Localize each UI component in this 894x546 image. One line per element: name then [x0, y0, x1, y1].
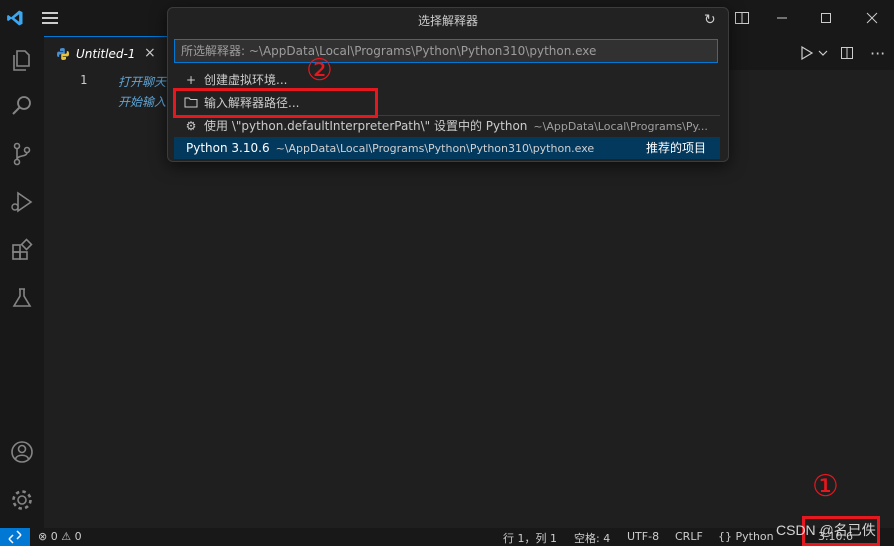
account-icon[interactable] — [8, 438, 36, 466]
default-interpreter-path-item[interactable]: ⚙ 使用 \"python.defaultInterpreterPath\" 设置… — [174, 115, 720, 137]
encoding[interactable]: UTF-8 — [627, 530, 659, 543]
item-label: 使用 \"python.defaultInterpreterPath\" 设置中… — [204, 119, 528, 133]
error-count: 0 — [50, 530, 58, 543]
minimize-icon[interactable] — [760, 0, 804, 36]
run-python-file-icon[interactable] — [800, 45, 814, 63]
item-description: ~\AppData\Local\Programs\Python\Python31… — [275, 142, 595, 155]
cursor-position[interactable]: 行 1，列 1 — [503, 530, 557, 546]
highlight-box-enter-path — [173, 88, 378, 118]
code-hint-line: 开始输入 — [118, 95, 167, 109]
annotation-two: ② — [306, 53, 333, 88]
run-debug-icon[interactable] — [8, 188, 36, 216]
vscode-logo-icon — [7, 10, 23, 26]
warning-icon: ⚠ — [61, 530, 72, 543]
close-icon[interactable] — [850, 0, 894, 36]
quick-pick-title: 选择解释器 — [417, 14, 478, 28]
refresh-icon[interactable]: ↻ — [704, 12, 716, 28]
search-icon[interactable] — [8, 92, 36, 120]
testing-icon[interactable] — [8, 284, 36, 312]
explorer-icon[interactable] — [8, 46, 36, 74]
more-actions-icon[interactable]: ··· — [870, 44, 885, 63]
interpreter-search-input[interactable] — [174, 39, 718, 63]
activity-bar — [0, 36, 44, 528]
tab-close-icon[interactable]: × — [144, 45, 156, 61]
annotation-one: ① — [812, 469, 839, 504]
line-ending[interactable]: CRLF — [675, 530, 703, 543]
line-number: 1 — [80, 73, 88, 87]
split-editor-icon[interactable] — [840, 46, 854, 63]
item-label: 创建虚拟环境... — [204, 73, 288, 87]
code-hint-line: 打开聊天 — [118, 75, 167, 89]
language-label: Python — [735, 530, 774, 543]
extensions-icon[interactable] — [8, 236, 36, 264]
maximize-icon[interactable] — [804, 0, 848, 36]
watermark: CSDN @名已佚 — [776, 522, 876, 538]
item-label: Python 3.10.6 — [186, 141, 270, 155]
error-icon: ⊗ — [38, 530, 48, 543]
indentation[interactable]: 空格: 4 — [574, 530, 610, 546]
item-description: ~\AppData\Local\Programs\Py... — [533, 120, 708, 133]
language-mode[interactable]: {} Python — [718, 530, 774, 543]
menu-icon[interactable] — [40, 9, 60, 27]
problems-indicator[interactable]: ⊗ 0 ⚠ 0 — [38, 530, 82, 543]
warning-count: 0 — [74, 530, 82, 543]
remote-icon — [8, 530, 22, 544]
gear-icon[interactable] — [8, 486, 36, 514]
chevron-down-icon[interactable] — [818, 46, 828, 63]
source-control-icon[interactable] — [8, 140, 36, 168]
tab-untitled-1[interactable]: Untitled-1 × — [44, 36, 168, 72]
remote-indicator[interactable] — [0, 528, 30, 546]
gear-icon: ⚙ — [185, 119, 197, 133]
braces-icon: {} — [718, 530, 732, 543]
tab-label: Untitled-1 — [76, 47, 136, 61]
status-bar: ⊗ 0 ⚠ 0 行 1，列 1 空格: 4 UTF-8 CRLF {} Pyth… — [0, 528, 894, 546]
python-file-icon — [57, 48, 69, 60]
recommended-badge: 推荐的项目 — [645, 141, 706, 155]
interpreter-quick-pick: 选择解释器 ↻ +创建虚拟环境... 输入解释器路径... ⚙使用 \"pyth… — [167, 7, 729, 162]
python-3-10-6-item[interactable]: Python 3.10.6 ~\AppData\Local\Programs\Py… — [174, 137, 720, 159]
